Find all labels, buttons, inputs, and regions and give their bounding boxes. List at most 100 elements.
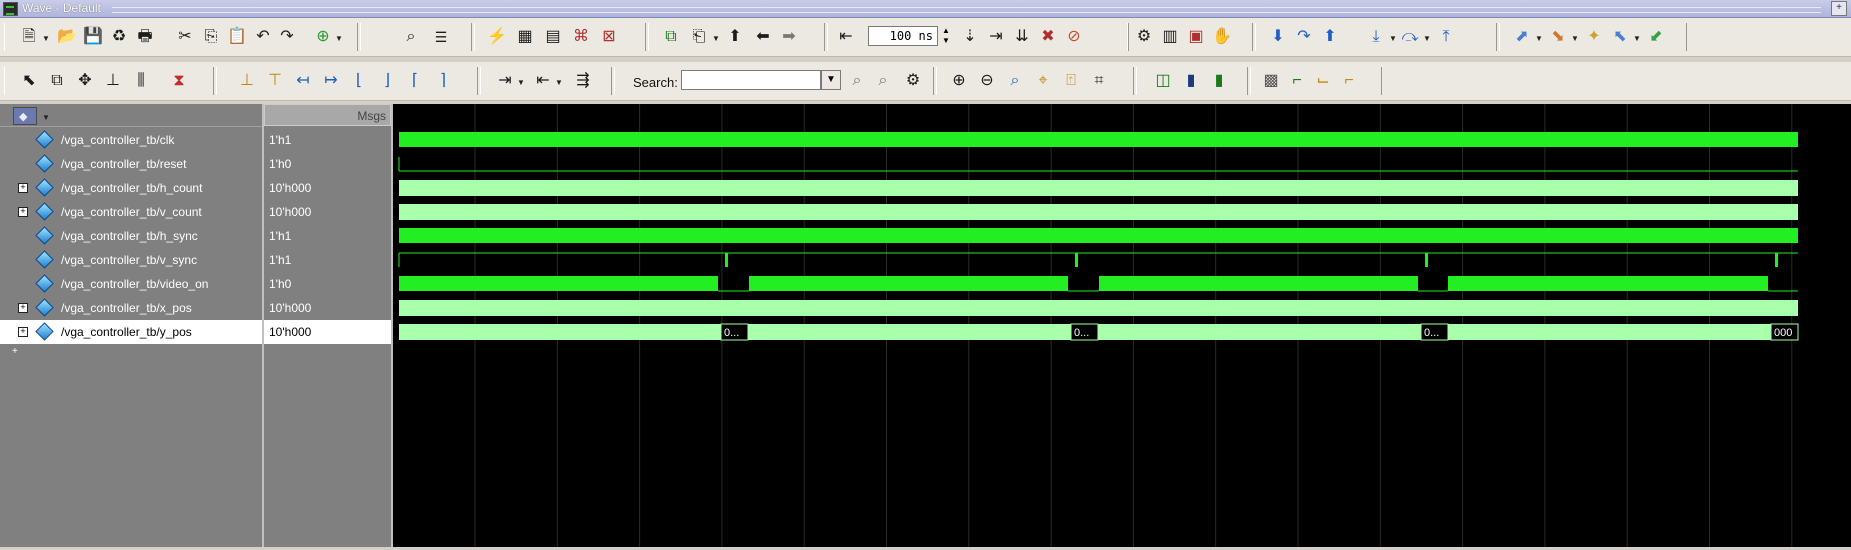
simulate-icon[interactable]: ▤ [543,27,563,47]
step-icon[interactable]: ⎗ [689,27,709,47]
env-list-dropdown[interactable]: ▼ [1633,34,1641,43]
delete-cursor-icon[interactable]: ⊤ [265,71,285,91]
debug-icon[interactable]: ⚙ [1134,27,1154,47]
step-out-all-icon[interactable]: ⤒ [1436,27,1456,47]
new-document-icon[interactable]: 🗎 [19,27,39,47]
search-input[interactable] [681,70,821,90]
new-dropdown-arrow[interactable]: ▼ [42,34,50,43]
env-down-dropdown[interactable]: ▼ [1571,34,1579,43]
zoom-last-icon[interactable]: ⍐ [1061,71,1081,91]
value-row[interactable]: 1'h0 [264,152,391,176]
signal-row[interactable]: + /vga_controller_tb/x_pos [0,296,262,320]
memory-icon[interactable]: ▣ [1186,27,1206,47]
value-row[interactable]: 10'h000 [264,200,391,224]
expand-icon[interactable]: + [18,183,28,193]
run-all-icon[interactable]: ⇊ [1012,27,1032,47]
insert-divider-icon[interactable]: ⇥ [495,71,515,91]
break-icon[interactable]: ⌘ [571,27,591,47]
search-prev-icon[interactable]: ⌕ [847,71,867,91]
waveform-pane[interactable]: 0... 0... 0... 000 [393,104,1851,547]
waveform-canvas[interactable]: 0... 0... 0... 000 [393,104,1851,547]
step-out-icon[interactable]: ⬆ [1320,27,1340,47]
compile-icon[interactable]: ⚡ [487,27,507,47]
value-row[interactable]: 10'h000 [264,296,391,320]
step-into-icon[interactable]: ⬇ [1268,27,1288,47]
next-rising-edge-icon[interactable]: ⌋ [377,71,397,91]
env-up-icon[interactable]: ⬈ [1512,27,1532,47]
edit-mode-icon[interactable]: ⊥ [103,71,123,91]
paste-icon[interactable]: 📋 [227,27,247,47]
signal-row[interactable]: + /vga_controller_tb/h_count [0,176,262,200]
cut-icon[interactable]: ✂ [175,27,195,47]
signal-row[interactable]: + /vga_controller_tb/y_pos [0,320,262,344]
value-row[interactable]: 10'h000 [264,320,391,344]
undo-icon[interactable]: ↶ [253,27,273,47]
pane-menu-dropdown[interactable]: ▼ [42,113,50,122]
prev-edge-icon[interactable]: ↤ [293,71,313,91]
continue-icon[interactable]: ⇥ [986,27,1006,47]
signal-row[interactable]: + /vga_controller_tb/v_count [0,200,262,224]
window-titlebar[interactable]: Wave - Default + [0,0,1851,18]
search-next-icon[interactable]: ⌕ [873,71,893,91]
save-icon[interactable]: 💾 [83,27,103,47]
split-view-icon[interactable]: ▮ [1181,71,1201,91]
print-icon[interactable]: 🖶 [135,27,155,47]
open-folder-icon[interactable]: 📂 [57,27,77,47]
run-icon[interactable]: ⇣ [960,27,980,47]
signal-row[interactable]: /vga_controller_tb/h_sync [0,224,262,248]
add-dropdown-arrow[interactable]: ▼ [335,34,343,43]
insert-group-dropdown[interactable]: ▼ [555,78,563,87]
format-icon[interactable]: ☰ [431,27,451,47]
break-run-icon[interactable]: ✖ [1038,27,1058,47]
stop-run-icon[interactable]: ⊘ [1064,27,1084,47]
expand-icon[interactable]: + [18,303,28,313]
env-down-icon[interactable]: ⬊ [1548,27,1568,47]
zoom-mode-icon[interactable]: ⧉ [47,71,67,91]
waveform-step-icon[interactable]: ⌙ [1313,71,1333,91]
step-over-all-icon[interactable]: ⤼ [1400,27,1420,47]
step-dropdown-arrow[interactable]: ▼ [712,34,720,43]
copy-icon[interactable]: ⎘ [201,27,221,47]
env-up-dropdown[interactable]: ▼ [1535,34,1543,43]
env-bookmark-icon[interactable]: ✦ [1584,27,1604,47]
run-length-field[interactable] [868,26,938,46]
expand-icon[interactable]: + [18,207,28,217]
zoom-region-icon[interactable]: ⧉ [661,27,681,47]
value-row[interactable]: 1'h1 [264,248,391,272]
search-options-icon[interactable]: ⚙ [903,71,923,91]
env-go-icon[interactable]: ⬋ [1646,27,1666,47]
add-icon[interactable]: ⊕ [313,27,333,47]
up-arrow-icon[interactable]: ⬆ [725,27,745,47]
prev-falling-edge-icon[interactable]: ⌈ [405,71,425,91]
wave-only-view-icon[interactable]: ◫ [1153,71,1173,91]
left-arrow-icon[interactable]: ⬅ [753,27,773,47]
breakpoint-toggle-icon[interactable]: ⧗ [169,71,189,91]
zoom-range-icon[interactable]: ⌗ [1089,71,1109,91]
prev-rising-edge-icon[interactable]: ⌊ [349,71,369,91]
restart-icon[interactable]: ⇤ [836,27,856,47]
next-falling-edge-icon[interactable]: ⌉ [433,71,453,91]
signal-row[interactable]: /vga_controller_tb/reset [0,152,262,176]
expand-icon[interactable]: + [18,327,28,337]
zoom-out-icon[interactable]: ⊖ [977,71,997,91]
zoom-full-icon[interactable]: ⌕ [1005,71,1025,91]
step-over-all-dropdown[interactable]: ▼ [1423,34,1431,43]
pane-menu-icon[interactable]: ◆ [13,107,37,125]
right-arrow-icon[interactable]: ➡ [779,27,799,47]
search-dropdown-button[interactable]: ▼ [821,70,841,90]
run-length-spinner[interactable]: ▲ ▼ [940,26,952,46]
insert-group-icon[interactable]: ⇤ [533,71,553,91]
step-into-all-dropdown[interactable]: ▼ [1389,34,1397,43]
profile-icon[interactable]: ▥ [1160,27,1180,47]
pan-hand-icon[interactable]: ✋ [1212,27,1232,47]
insert-divider-dropdown[interactable]: ▼ [517,78,525,87]
reload-icon[interactable]: ♻ [109,27,129,47]
zoom-cursor-icon[interactable]: ⌖ [1033,71,1053,91]
compile-all-icon[interactable]: ▦ [515,27,535,47]
wave-compare-icon[interactable]: ⫼ [131,71,151,91]
signal-row[interactable]: /vga_controller_tb/video_on [0,272,262,296]
redo-icon[interactable]: ↷ [277,27,297,47]
value-row[interactable]: 1'h1 [264,128,391,152]
combine-signals-icon[interactable]: ⇶ [573,71,593,91]
insert-cursor-icon[interactable]: ⊥ [237,71,257,91]
